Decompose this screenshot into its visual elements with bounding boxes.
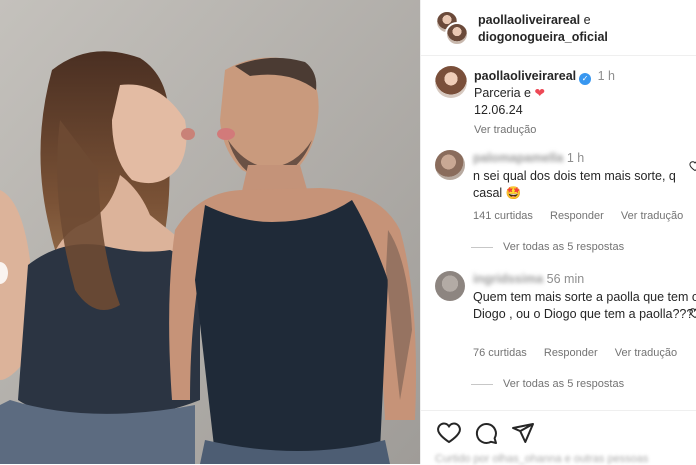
- view-replies-label: Ver todas as 5 respostas: [503, 378, 625, 390]
- caption-text-line2: 12.06.24: [474, 103, 523, 117]
- caption-time[interactable]: 1 h: [598, 69, 615, 83]
- comment-text: Quem tem mais sorte a paolla que tem o D…: [473, 289, 696, 322]
- heart-emoji-icon: ❤: [534, 86, 545, 100]
- speech-bubble-icon[interactable]: [474, 421, 498, 445]
- header-username-2[interactable]: diogonogueira_oficial: [478, 30, 608, 44]
- view-replies-label: Ver todas as 5 respostas: [503, 241, 625, 253]
- translate-button[interactable]: Ver tradução: [621, 210, 683, 222]
- comment-username[interactable]: palomapamella: [473, 151, 563, 165]
- heart-outline-icon[interactable]: [689, 307, 696, 319]
- comment-likes[interactable]: 141 curtidas: [473, 210, 533, 222]
- divider: [471, 246, 493, 248]
- avatar[interactable]: [435, 150, 465, 180]
- comment-username[interactable]: ingridssima: [473, 272, 543, 286]
- translate-button[interactable]: Ver tradução: [615, 347, 677, 359]
- view-replies-button[interactable]: Ver todas as 5 respostas: [471, 378, 624, 390]
- liked-by-text: Curtido por olhas_ohanna e outras pessoa…: [435, 453, 649, 465]
- post-header: paollaoliveirareal e diogonogueira_ofici…: [421, 0, 696, 56]
- header-conjunction: e: [583, 13, 591, 27]
- verified-badge-icon: ✓: [579, 73, 592, 85]
- reply-button[interactable]: Responder: [550, 210, 604, 222]
- post-side-panel: paollaoliveirareal e diogonogueira_ofici…: [420, 0, 696, 465]
- comment-likes[interactable]: 76 curtidas: [473, 347, 527, 359]
- post-photo: [0, 0, 420, 464]
- comment-meta: 76 curtidas Responder Ver tradução: [473, 347, 691, 359]
- comment-text: n sei qual dos dois tem mais sorte, q ca…: [473, 168, 676, 201]
- couple-photo-illustration: [0, 0, 420, 464]
- collab-usernames: paollaoliveirareal e diogonogueira_ofici…: [478, 12, 688, 46]
- divider: [471, 383, 493, 385]
- comment-time[interactable]: 1 h: [567, 151, 584, 165]
- caption-username[interactable]: paollaoliveirareal: [474, 69, 576, 83]
- header-username-1[interactable]: paollaoliveirareal: [478, 13, 580, 27]
- comment-meta: 141 curtidas Responder Ver tradução: [473, 210, 696, 222]
- paper-plane-icon[interactable]: [511, 421, 535, 445]
- heart-outline-icon[interactable]: [689, 160, 696, 172]
- view-replies-button[interactable]: Ver todas as 5 respostas: [471, 241, 624, 253]
- avatar[interactable]: [445, 22, 469, 46]
- post-actions: Curtido por olhas_ohanna e outras pessoa…: [421, 410, 696, 465]
- reply-button[interactable]: Responder: [544, 347, 598, 359]
- caption-text-line1: Parceria e: [474, 86, 531, 100]
- caption-translate-link[interactable]: Ver tradução: [474, 122, 689, 139]
- avatar[interactable]: [435, 66, 467, 98]
- comment-time[interactable]: 56 min: [547, 272, 585, 286]
- collab-avatars[interactable]: [435, 10, 471, 46]
- heart-outline-icon[interactable]: [437, 421, 461, 445]
- avatar[interactable]: [435, 271, 465, 301]
